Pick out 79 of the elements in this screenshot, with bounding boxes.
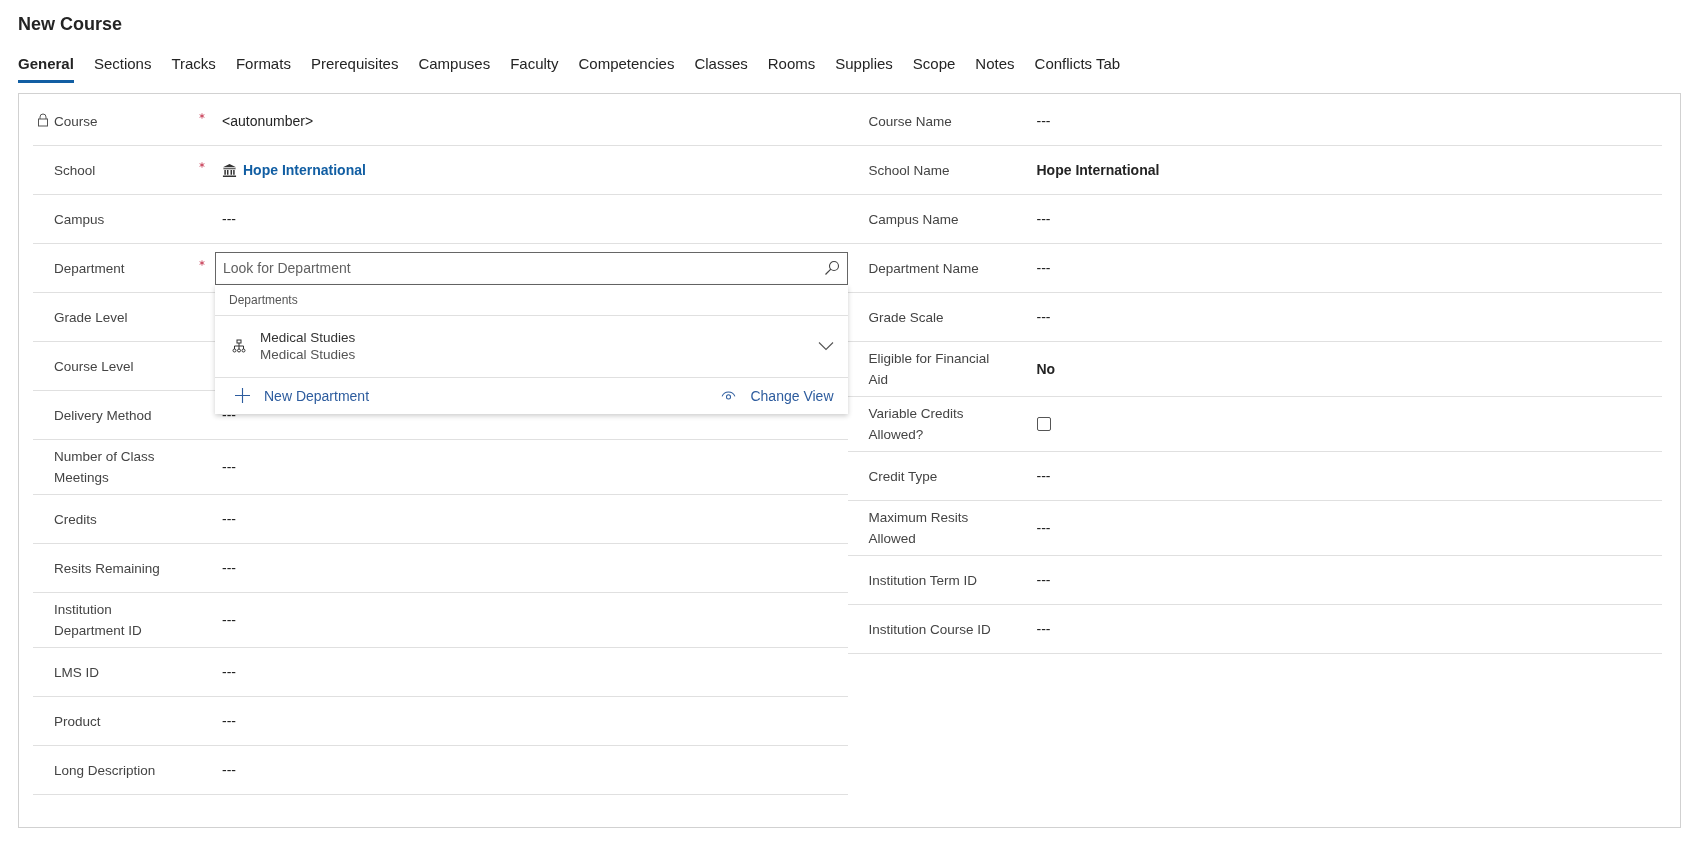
field-value: --- [1036, 211, 1051, 227]
field-label: LMS ID [54, 663, 99, 682]
lock-icon [37, 112, 49, 127]
change-view-button[interactable]: Change View [721, 383, 834, 408]
field-value: --- [222, 612, 236, 628]
field-value: --- [222, 713, 236, 729]
field-value: --- [222, 560, 236, 576]
field-value: --- [1036, 621, 1051, 637]
hierarchy-icon [232, 339, 246, 353]
field-value: --- [222, 511, 236, 527]
field-label: Course Level [54, 357, 134, 376]
field-label: Department [54, 259, 125, 278]
tab[interactable]: Formats [235, 49, 291, 83]
field-label: Grade Scale [868, 308, 944, 327]
search-icon[interactable] [823, 259, 840, 276]
result-title: Medical Studies [260, 330, 357, 345]
field-value: --- [1036, 113, 1051, 129]
asterisk-icon [199, 260, 205, 266]
field-value: No [1036, 361, 1056, 377]
tab[interactable]: Classes [694, 49, 748, 83]
result-subtitle: Medical Studies [260, 347, 357, 362]
chevron-down-icon[interactable] [817, 341, 834, 351]
field-label: Eligible for Financial Aid [868, 350, 991, 389]
asterisk-icon [199, 162, 205, 168]
field-label: School [54, 161, 96, 180]
field-value: --- [222, 762, 236, 778]
field-value: --- [222, 459, 236, 475]
plus-icon [235, 388, 250, 403]
field-label: Credit Type [868, 467, 938, 486]
asterisk-icon [199, 113, 205, 119]
field-label: Number of Class Meetings [54, 448, 156, 487]
field-value: <autonumber> [222, 113, 314, 129]
tab[interactable]: General [18, 49, 74, 83]
field-label: Department Name [868, 259, 979, 278]
field-label: Institution Course ID [868, 620, 991, 639]
field-label: Credits [54, 510, 97, 529]
field-label: Resits Remaining [54, 559, 160, 578]
field-label: Product [54, 712, 101, 731]
field-value: --- [222, 211, 236, 227]
field-label: Delivery Method [54, 406, 152, 425]
field-label: Maximum Resits Allowed [868, 509, 970, 548]
search-field[interactable]: Look for Department [215, 251, 848, 285]
tab[interactable]: Conflicts Tab [1034, 49, 1121, 83]
dropdown-header: Departments [229, 292, 298, 307]
field-value: --- [222, 407, 236, 423]
tab[interactable]: Prerequisites [310, 49, 399, 83]
tab[interactable]: Supplies [835, 49, 893, 83]
field-value: --- [1036, 309, 1051, 325]
bank-icon [222, 162, 237, 178]
tab[interactable]: Rooms [767, 49, 816, 83]
field-label: Course Name [868, 112, 952, 131]
field-label: Variable Credits Allowed? [868, 405, 965, 444]
new-department-button[interactable]: New Department [235, 383, 370, 408]
field-value: Hope International [1036, 162, 1160, 178]
field-value: --- [1036, 468, 1051, 484]
field-label: Institution Department ID [54, 601, 143, 640]
field-label: Campus Name [868, 210, 959, 229]
field-label: Institution Term ID [868, 571, 978, 590]
field-value: --- [222, 664, 236, 680]
field-value: --- [1036, 520, 1051, 536]
page-title: New Course [18, 14, 124, 35]
checkbox[interactable] [1036, 417, 1051, 431]
tab[interactable]: Campuses [418, 49, 491, 83]
tab[interactable]: Competencies [578, 49, 675, 83]
result-item[interactable]: Medical Studies Medical Studies [215, 315, 848, 378]
field-label: Course [54, 112, 98, 131]
field-label: School Name [868, 161, 950, 180]
field-label: Grade Level [54, 308, 128, 327]
eye-icon [721, 390, 737, 401]
tab[interactable]: Faculty [510, 49, 559, 83]
tab[interactable]: Sections [93, 49, 152, 83]
field-label: Campus [54, 210, 105, 229]
field-value: --- [1036, 260, 1051, 276]
field-label: Long Description [54, 761, 156, 780]
school-link[interactable]: Hope International [243, 162, 366, 178]
tab[interactable]: Tracks [171, 49, 216, 83]
tab[interactable]: Notes [975, 49, 1015, 83]
tab[interactable]: Scope [912, 49, 956, 83]
field-value: --- [1036, 572, 1051, 588]
